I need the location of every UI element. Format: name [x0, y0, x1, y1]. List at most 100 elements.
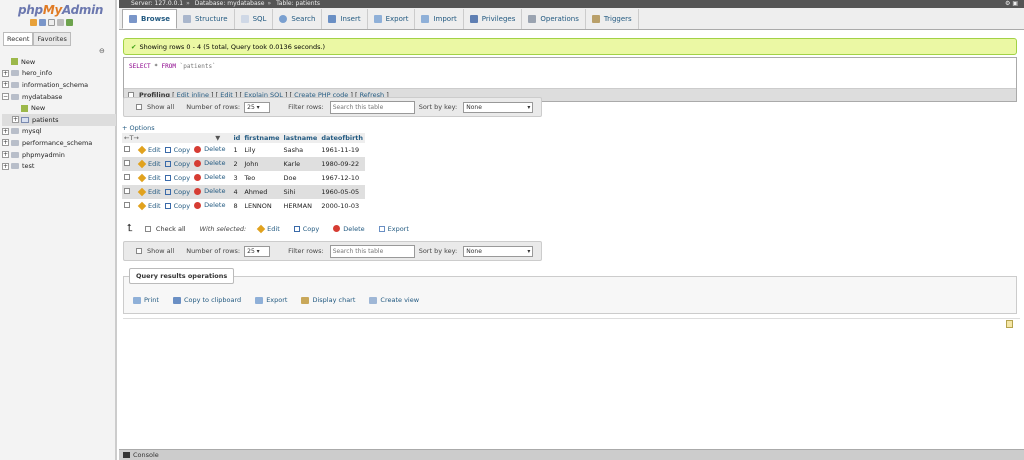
tree-item-performance-schema[interactable]: + performance_schema: [2, 137, 116, 149]
tree-item-test[interactable]: + test: [2, 160, 116, 172]
settings-icon[interactable]: [57, 19, 64, 26]
cell-lastname[interactable]: HERMAN: [281, 199, 320, 213]
row-checkbox[interactable]: [124, 174, 130, 180]
export-link[interactable]: Export: [255, 296, 287, 304]
tree-item-mysql[interactable]: + mysql: [2, 126, 116, 138]
tab-sql[interactable]: SQL: [235, 9, 274, 29]
expand-icon[interactable]: +: [2, 81, 9, 89]
expand-icon[interactable]: +: [2, 127, 9, 135]
show-all-checkbox[interactable]: [136, 104, 142, 110]
cell-dateofbirth[interactable]: 1967-12-10: [319, 171, 366, 185]
cell-lastname[interactable]: Doe: [281, 171, 320, 185]
cell-firstname[interactable]: LENNON: [242, 199, 282, 213]
tab-operations[interactable]: Operations: [522, 9, 586, 29]
tab-triggers[interactable]: Triggers: [586, 9, 639, 29]
copy-to-clipboard-link[interactable]: Copy to clipboard: [172, 296, 241, 304]
expand-icon[interactable]: +: [2, 139, 9, 147]
link-icon[interactable]: ⊖: [99, 47, 105, 55]
cell-dateofbirth[interactable]: 1961-11-19: [319, 143, 366, 157]
docs-icon[interactable]: [48, 19, 55, 26]
cell-dateofbirth[interactable]: 1960-05-05: [319, 185, 366, 199]
tab-browse[interactable]: Browse: [122, 9, 177, 29]
check-all-checkbox[interactable]: [144, 225, 151, 232]
cell-id[interactable]: 3: [231, 171, 243, 185]
tree-item-mydatabase[interactable]: − mydatabase: [2, 91, 116, 103]
collapse-icon[interactable]: ▣: [1012, 0, 1018, 7]
column-id[interactable]: id: [231, 133, 243, 143]
print-link[interactable]: Print: [133, 296, 159, 304]
edit-selected-button[interactable]: Edit: [256, 224, 280, 233]
delete-row-button[interactable]: Delete: [194, 159, 225, 167]
expand-icon[interactable]: +: [2, 162, 9, 170]
settings-icon[interactable]: ⚙: [1005, 0, 1010, 7]
column-lastname[interactable]: lastname: [281, 133, 320, 143]
cell-dateofbirth[interactable]: 2000-10-03: [319, 199, 366, 213]
sql-query-text[interactable]: SELECT * FROM `patients`: [129, 63, 216, 70]
copy-row-button[interactable]: Copy: [164, 188, 190, 196]
copy-row-button[interactable]: Copy: [164, 160, 190, 168]
copy-row-button[interactable]: Copy: [164, 146, 190, 154]
sort-by-key-select[interactable]: None ▾: [463, 245, 534, 257]
bookmark-icon[interactable]: [1006, 320, 1013, 328]
tree-item-new[interactable]: New: [2, 56, 116, 68]
tree-item-information-schema[interactable]: + information_schema: [2, 79, 116, 91]
row-checkbox[interactable]: [124, 146, 130, 152]
phpmyadmin-logo[interactable]: phpMyAdmin: [18, 3, 103, 17]
export-selected-button[interactable]: Export: [378, 225, 409, 233]
tab-recent[interactable]: Recent: [3, 32, 34, 46]
tree-item-phpmyadmin[interactable]: + phpmyadmin: [2, 149, 116, 161]
cell-firstname[interactable]: Ahmed: [242, 185, 282, 199]
tree-item-hero-info[interactable]: + hero_info: [2, 68, 116, 80]
edit-row-button[interactable]: Edit: [137, 159, 161, 168]
expand-icon[interactable]: +: [2, 69, 9, 77]
row-checkbox[interactable]: [124, 202, 130, 208]
breadcrumb-database[interactable]: Database: mydatabase: [195, 0, 265, 7]
logout-icon[interactable]: [39, 19, 46, 26]
column-dateofbirth[interactable]: dateofbirth: [319, 133, 366, 143]
filter-rows-input[interactable]: Search this table: [329, 244, 415, 258]
cell-lastname[interactable]: Sasha: [281, 143, 320, 157]
copy-row-button[interactable]: Copy: [164, 202, 190, 210]
column-firstname[interactable]: firstname: [242, 133, 282, 143]
tree-item-patients[interactable]: + patients: [2, 113, 116, 126]
copy-selected-button[interactable]: Copy: [293, 225, 319, 233]
tab-export[interactable]: Export: [368, 9, 416, 29]
filter-rows-input[interactable]: Search this table: [329, 100, 415, 114]
display-chart-link[interactable]: Display chart: [301, 296, 355, 304]
tab-search[interactable]: Search: [273, 9, 323, 29]
copy-row-button[interactable]: Copy: [164, 174, 190, 182]
expand-icon[interactable]: +: [12, 116, 19, 124]
options-toggle[interactable]: + Options: [122, 124, 155, 132]
tab-favorites[interactable]: Favorites: [33, 32, 71, 46]
tab-structure[interactable]: Structure: [177, 9, 235, 29]
tab-insert[interactable]: Insert: [322, 9, 368, 29]
tree-item-new-table[interactable]: New: [2, 102, 116, 114]
edit-row-button[interactable]: Edit: [137, 145, 161, 154]
delete-row-button[interactable]: Delete: [194, 187, 225, 195]
cell-firstname[interactable]: Lily: [242, 143, 282, 157]
tab-import[interactable]: Import: [415, 9, 464, 29]
collapse-icon[interactable]: −: [2, 93, 9, 101]
edit-row-button[interactable]: Edit: [137, 201, 161, 210]
rows-select[interactable]: 25 ▾: [244, 101, 271, 113]
column-arrows[interactable]: ←T→ ▼: [122, 133, 232, 143]
home-icon[interactable]: [30, 19, 37, 26]
delete-row-button[interactable]: Delete: [194, 173, 225, 181]
tab-privileges[interactable]: Privileges: [464, 9, 523, 29]
console-bar[interactable]: Console: [119, 449, 1024, 460]
delete-row-button[interactable]: Delete: [194, 145, 225, 153]
cell-firstname[interactable]: John: [242, 157, 282, 171]
delete-selected-button[interactable]: Delete: [333, 225, 365, 233]
cell-dateofbirth[interactable]: 1980-09-22: [319, 157, 366, 171]
cell-lastname[interactable]: Sihi: [281, 185, 320, 199]
reload-icon[interactable]: [66, 19, 73, 26]
row-checkbox[interactable]: [124, 188, 130, 194]
sort-by-key-select[interactable]: None ▾: [463, 101, 534, 113]
cell-id[interactable]: 1: [231, 143, 243, 157]
cell-lastname[interactable]: Karle: [281, 157, 320, 171]
cell-firstname[interactable]: Teo: [242, 171, 282, 185]
cell-id[interactable]: 8: [231, 199, 243, 213]
cell-id[interactable]: 4: [231, 185, 243, 199]
breadcrumb-table[interactable]: Table: patients: [276, 0, 320, 7]
delete-row-button[interactable]: Delete: [194, 201, 225, 209]
